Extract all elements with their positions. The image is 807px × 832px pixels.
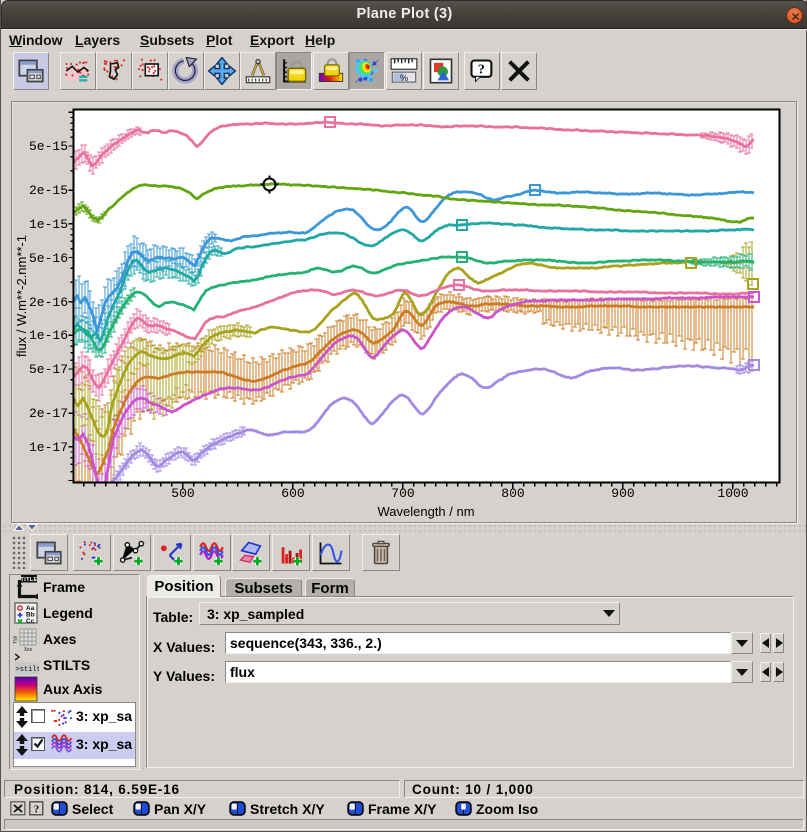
svg-text:500: 500 <box>171 486 194 501</box>
svg-text:600: 600 <box>281 486 304 501</box>
svg-text:5e-17: 5e-17 <box>29 362 68 377</box>
svg-text:Cc: Cc <box>26 618 35 625</box>
svg-text:1e-16: 1e-16 <box>29 328 68 343</box>
svg-text:1e-15: 1e-15 <box>29 217 68 232</box>
svg-text:>stilts: >stilts <box>16 666 40 674</box>
svg-text:1000: 1000 <box>717 486 748 501</box>
svg-text:Yyy: Yyy <box>13 635 19 644</box>
svg-text:900: 900 <box>611 486 634 501</box>
svg-text:5e-16: 5e-16 <box>29 251 68 266</box>
svg-text:5e-15: 5e-15 <box>29 139 68 154</box>
svg-text:700: 700 <box>391 486 414 501</box>
svg-text:flux / W.m**-2.nm**-1: flux / W.m**-2.nm**-1 <box>14 235 29 357</box>
svg-text:2e-15: 2e-15 <box>29 183 68 198</box>
svg-text:?: ? <box>34 804 40 816</box>
svg-text:1e-17: 1e-17 <box>29 440 68 455</box>
svg-text:Wavelength / nm: Wavelength / nm <box>377 504 474 519</box>
svg-text:2e-16: 2e-16 <box>29 295 68 310</box>
svg-text:TITLE: TITLE <box>21 577 38 583</box>
svg-text:2e-17: 2e-17 <box>29 406 68 421</box>
svg-text:800: 800 <box>501 486 524 501</box>
